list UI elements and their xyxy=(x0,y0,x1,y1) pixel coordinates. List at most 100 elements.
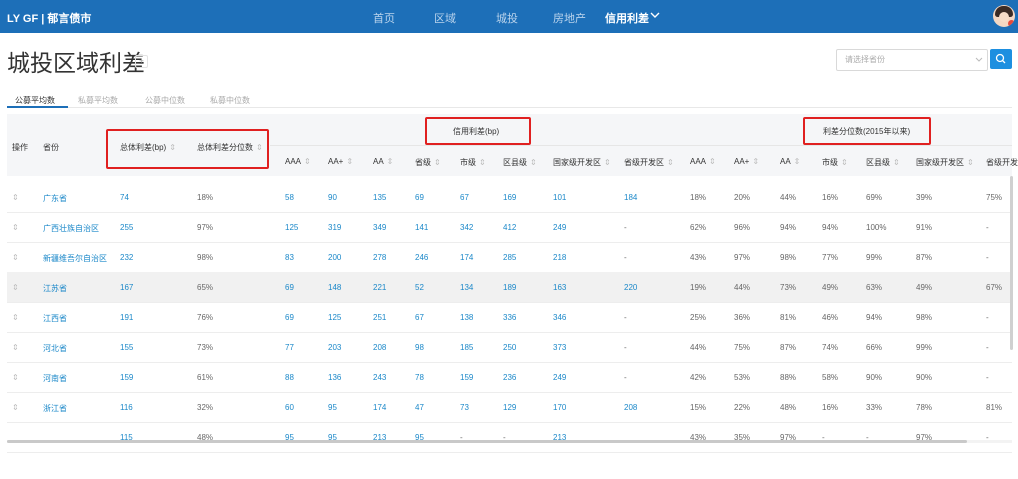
credit-spread-cell[interactable]: 412 xyxy=(503,223,516,232)
total-spread-cell[interactable]: 191 xyxy=(120,313,133,322)
province-link[interactable]: 河北省 xyxy=(43,343,67,354)
drag-handle-icon[interactable]: ⇕ xyxy=(12,313,19,322)
drag-handle-icon[interactable]: ⇕ xyxy=(12,253,19,262)
nav-item-home[interactable]: 首页 xyxy=(373,10,395,26)
credit-spread-cell[interactable]: 246 xyxy=(415,253,428,262)
credit-spread-cell[interactable]: 336 xyxy=(503,313,516,322)
credit-spread-cell[interactable]: 77 xyxy=(285,343,294,352)
drag-handle-icon[interactable]: ⇕ xyxy=(12,343,19,352)
credit-spread-cell[interactable]: 184 xyxy=(624,193,637,202)
credit-spread-cell[interactable]: 136 xyxy=(328,373,341,382)
tab-private-median[interactable]: 私募中位数 xyxy=(210,95,250,106)
credit-spread-cell[interactable]: 52 xyxy=(415,283,424,292)
credit-spread-cell[interactable]: 189 xyxy=(503,283,516,292)
credit-spread-cell[interactable]: 208 xyxy=(373,343,386,352)
credit-spread-cell[interactable]: 163 xyxy=(553,283,566,292)
province-link[interactable]: 江西省 xyxy=(43,313,67,324)
credit-spread-cell[interactable]: 138 xyxy=(460,313,473,322)
col-header-pct-3[interactable]: 市级 ⇕ xyxy=(822,157,848,168)
credit-spread-cell[interactable]: 349 xyxy=(373,223,386,232)
credit-spread-cell[interactable]: 141 xyxy=(415,223,428,232)
total-spread-cell[interactable]: 116 xyxy=(120,403,133,412)
nav-item-real-estate[interactable]: 房地产 xyxy=(553,10,586,26)
col-header-credit-2[interactable]: AA ⇕ xyxy=(373,157,393,166)
credit-spread-cell[interactable]: 249 xyxy=(553,223,566,232)
credit-spread-cell[interactable]: 220 xyxy=(624,283,637,292)
nav-item-region[interactable]: 区域 xyxy=(434,10,456,26)
col-header-credit-3[interactable]: 省级 ⇕ xyxy=(415,157,441,168)
credit-spread-cell[interactable]: 90 xyxy=(328,193,337,202)
province-link[interactable]: 广西壮族自治区 xyxy=(43,223,99,234)
credit-spread-cell[interactable]: 174 xyxy=(460,253,473,262)
drag-handle-icon[interactable]: ⇕ xyxy=(12,373,19,382)
credit-spread-cell[interactable]: 250 xyxy=(503,343,516,352)
province-link[interactable]: 河南省 xyxy=(43,373,67,384)
credit-spread-cell[interactable]: 373 xyxy=(553,343,566,352)
total-spread-cell[interactable]: 232 xyxy=(120,253,133,262)
credit-spread-cell[interactable]: 148 xyxy=(328,283,341,292)
credit-spread-cell[interactable]: 236 xyxy=(503,373,516,382)
credit-spread-cell[interactable]: 185 xyxy=(460,343,473,352)
col-header-credit-6[interactable]: 国家级开发区 ⇕ xyxy=(553,157,611,168)
credit-spread-cell[interactable]: 200 xyxy=(328,253,341,262)
credit-spread-cell[interactable]: 60 xyxy=(285,403,294,412)
province-link[interactable]: 广东省 xyxy=(43,193,67,204)
province-link[interactable]: 江苏省 xyxy=(43,283,67,294)
drag-handle-icon[interactable]: ⇕ xyxy=(12,283,19,292)
tab-public-mean[interactable]: 公募平均数 xyxy=(15,95,55,106)
drag-handle-icon[interactable]: ⇕ xyxy=(12,403,19,412)
table-row[interactable] xyxy=(7,422,1012,453)
credit-spread-cell[interactable]: 95 xyxy=(328,403,337,412)
credit-spread-cell[interactable]: 134 xyxy=(460,283,473,292)
pin-icon[interactable]: ± xyxy=(135,55,148,68)
nav-item-credit-spread[interactable]: 信用利差 xyxy=(605,10,649,26)
drag-handle-icon[interactable]: ⇕ xyxy=(12,223,19,232)
credit-spread-cell[interactable]: 98 xyxy=(415,343,424,352)
vertical-scrollbar[interactable] xyxy=(1010,176,1013,350)
col-header-pct-2[interactable]: AA ⇕ xyxy=(780,157,800,166)
province-link[interactable]: 新疆维吾尔自治区 xyxy=(43,253,107,264)
credit-spread-cell[interactable]: 135 xyxy=(373,193,386,202)
credit-spread-cell[interactable]: 69 xyxy=(285,313,294,322)
tab-private-mean[interactable]: 私募平均数 xyxy=(78,95,118,106)
credit-spread-cell[interactable]: 69 xyxy=(285,283,294,292)
credit-spread-cell[interactable]: 125 xyxy=(285,223,298,232)
credit-spread-cell[interactable]: 208 xyxy=(624,403,637,412)
total-spread-cell[interactable]: 255 xyxy=(120,223,133,232)
credit-spread-cell[interactable]: 346 xyxy=(553,313,566,322)
credit-spread-cell[interactable]: 78 xyxy=(415,373,424,382)
credit-spread-cell[interactable]: 47 xyxy=(415,403,424,412)
col-header-credit-5[interactable]: 区县级 ⇕ xyxy=(503,157,537,168)
col-header-pct-4[interactable]: 区县级 ⇕ xyxy=(866,157,900,168)
nav-item-lgfv[interactable]: 城投 xyxy=(496,10,518,26)
total-spread-cell[interactable]: 155 xyxy=(120,343,133,352)
credit-spread-cell[interactable]: 174 xyxy=(373,403,386,412)
credit-spread-cell[interactable]: 278 xyxy=(373,253,386,262)
credit-spread-cell[interactable]: 203 xyxy=(328,343,341,352)
credit-spread-cell[interactable]: 67 xyxy=(460,193,469,202)
total-spread-cell[interactable]: 167 xyxy=(120,283,133,292)
credit-spread-cell[interactable]: 251 xyxy=(373,313,386,322)
credit-spread-cell[interactable]: 218 xyxy=(553,253,566,262)
col-header-credit-0[interactable]: AAA ⇕ xyxy=(285,157,311,166)
col-header-pct-6[interactable]: 省级开发 xyxy=(986,157,1018,168)
col-header-credit-4[interactable]: 市级 ⇕ xyxy=(460,157,486,168)
province-select[interactable]: 请选择省份 xyxy=(836,49,988,71)
app-logo[interactable]: LY GF | 郁言债市 xyxy=(7,10,91,26)
credit-spread-cell[interactable]: 88 xyxy=(285,373,294,382)
credit-spread-cell[interactable]: 319 xyxy=(328,223,341,232)
credit-spread-cell[interactable]: 159 xyxy=(460,373,473,382)
col-header-pct-0[interactable]: AAA ⇕ xyxy=(690,157,716,166)
province-link[interactable]: 浙江省 xyxy=(43,403,67,414)
search-button[interactable] xyxy=(990,49,1012,69)
credit-spread-cell[interactable]: 101 xyxy=(553,193,566,202)
credit-spread-cell[interactable]: 83 xyxy=(285,253,294,262)
total-spread-cell[interactable]: 159 xyxy=(120,373,133,382)
credit-spread-cell[interactable]: 169 xyxy=(503,193,516,202)
col-header-credit-1[interactable]: AA+ ⇕ xyxy=(328,157,353,166)
credit-spread-cell[interactable]: 285 xyxy=(503,253,516,262)
credit-spread-cell[interactable]: 342 xyxy=(460,223,473,232)
drag-handle-icon[interactable]: ⇕ xyxy=(12,193,19,202)
credit-spread-cell[interactable]: 58 xyxy=(285,193,294,202)
col-header-pct-1[interactable]: AA+ ⇕ xyxy=(734,157,759,166)
